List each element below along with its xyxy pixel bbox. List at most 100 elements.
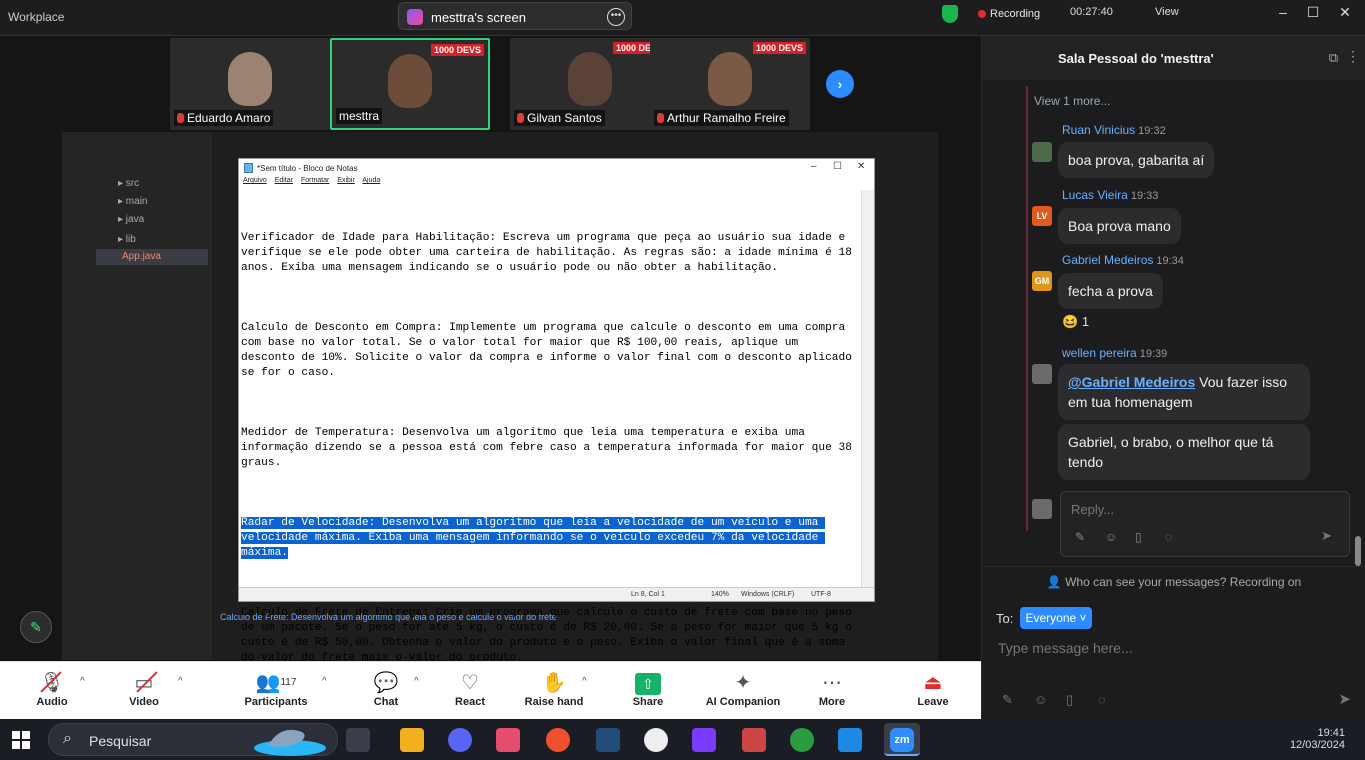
format-icon[interactable]: ✎ <box>1075 530 1085 544</box>
recording-label[interactable]: Recording <box>990 8 1040 20</box>
participant-tile[interactable]: Eduardo Amaro <box>170 38 330 130</box>
chat-scrollbar[interactable] <box>1355 536 1361 566</box>
message-bubble[interactable]: @Gabriel Medeiros Vou fazer isso em tua … <box>1058 364 1310 420</box>
tree-item[interactable]: ▸ java <box>118 214 144 225</box>
reply-input[interactable]: Reply... ✎ ☺ ▯ ◌ ➤ <box>1060 491 1350 557</box>
privacy-note[interactable]: 👤 Who can see your messages? Recording o… <box>982 566 1365 594</box>
screen-share-indicator[interactable]: mesttra's screen ••• <box>398 2 632 30</box>
more-button[interactable]: ⋯ More <box>792 670 872 708</box>
maximize-icon[interactable]: ☐ <box>1300 4 1326 21</box>
workbench-icon[interactable] <box>596 728 620 752</box>
message-sender[interactable]: wellen pereira 19:39 <box>1062 346 1167 360</box>
message-input[interactable]: Type message here... <box>998 640 1133 656</box>
video-button[interactable]: ▭ Video <box>104 670 184 708</box>
meeting-timer: 00:27:40 <box>1070 6 1113 18</box>
video-off-icon: ▭ <box>134 672 154 694</box>
participant-tile[interactable]: 1000 DEVS Gilvan Santos <box>510 38 670 130</box>
menu-formatar[interactable]: Formatar <box>301 177 329 184</box>
emoji-icon[interactable]: ☺ <box>1034 692 1047 707</box>
participants-button[interactable]: 👥117 Participants <box>236 670 316 708</box>
recipient-select[interactable]: Everyone ˅ <box>1020 607 1092 629</box>
message-bubble[interactable]: boa prova, gabarita aí <box>1058 142 1215 178</box>
security-shield-icon[interactable] <box>942 5 958 23</box>
file-icon[interactable]: ▯ <box>1135 530 1142 544</box>
minimize-icon[interactable]: – <box>1270 4 1296 20</box>
react-button[interactable]: ♡ React <box>430 670 510 708</box>
notepad-text-area[interactable]: Verificador de Idade para Habilitação: E… <box>241 201 853 664</box>
file-explorer-icon[interactable] <box>400 728 424 752</box>
participant-name: Gilvan Santos <box>514 110 605 126</box>
mention-link[interactable]: @Gabriel Medeiros <box>1068 374 1195 390</box>
tree-item[interactable]: ▸ main <box>118 196 147 207</box>
windows-start-icon[interactable] <box>12 731 30 749</box>
popout-icon[interactable]: ⧉ <box>1329 50 1338 66</box>
reply-send-icon[interactable]: ➤ <box>1321 528 1339 546</box>
mic-muted-icon: 🎙 <box>39 672 65 694</box>
windows-taskbar: ⌕ Pesquisar zm 19:41 12/03/2024 <box>0 719 1365 760</box>
tree-item[interactable]: ▸ lib <box>118 234 136 245</box>
participant-tile-active[interactable]: 1000 DEVS mesttra <box>330 38 490 130</box>
discord-icon[interactable] <box>448 728 472 752</box>
app-title: Workplace <box>8 10 65 24</box>
intellij-icon[interactable] <box>692 728 716 752</box>
participant-video <box>228 52 272 106</box>
chat-options-chevron-icon[interactable]: ^ <box>414 676 419 687</box>
message-bubble[interactable]: Gabriel, o brabo, o melhor que tá tendo <box>1058 424 1310 480</box>
vscode-icon[interactable] <box>838 728 862 752</box>
menu-exibir[interactable]: Exibir <box>337 177 355 184</box>
github-icon[interactable] <box>644 728 668 752</box>
app-icon[interactable] <box>496 728 520 752</box>
app-icon[interactable] <box>742 728 766 752</box>
task-view-icon[interactable] <box>346 728 370 752</box>
avatar[interactable] <box>1032 364 1052 384</box>
message-sender[interactable]: Ruan Vinicius 19:32 <box>1062 123 1166 137</box>
leave-button[interactable]: ⏏ Leave <box>893 670 973 708</box>
message-bubble[interactable]: Boa prova mano <box>1058 208 1181 244</box>
view-more-link[interactable]: View 1 more... <box>1034 94 1110 108</box>
screenshot-icon[interactable]: ◌ <box>1165 530 1172 544</box>
next-participants-arrow-icon[interactable]: › <box>826 70 854 98</box>
ai-companion-button[interactable]: ✦ AI Companion <box>703 670 783 708</box>
share-button[interactable]: ⇧ Share <box>608 670 688 708</box>
menu-ajuda[interactable]: Ajuda <box>362 177 380 184</box>
to-label: To: <box>996 611 1014 626</box>
more-options-icon[interactable]: ••• <box>607 8 625 26</box>
tree-item[interactable]: ▸ src <box>118 178 139 189</box>
annotate-pencil-icon[interactable]: ✎ <box>20 611 52 643</box>
avatar <box>1032 499 1052 519</box>
postman-icon[interactable] <box>546 728 570 752</box>
send-icon[interactable]: ➤ <box>1338 690 1351 708</box>
format-icon[interactable]: ✎ <box>1002 692 1013 708</box>
notepad-status-bar: Ln 8, Col 1 140% Windows (CRLF) UTF-8 <box>239 587 874 601</box>
message-bubble[interactable]: fecha a prova <box>1058 273 1163 309</box>
message-sender[interactable]: Gabriel Medeiros 19:34 <box>1062 253 1184 267</box>
tree-item-app-java[interactable]: App.java <box>122 251 161 262</box>
zoom-taskbar-button[interactable]: zm <box>884 723 920 756</box>
participant-tile[interactable]: 1000 DEVS Arthur Ramalho Freire <box>650 38 810 130</box>
avatar[interactable] <box>1032 142 1052 162</box>
emoji-icon[interactable]: ☺ <box>1105 530 1117 544</box>
notepad-close-icon[interactable]: ✕ <box>857 161 865 172</box>
chrome-icon[interactable] <box>790 728 814 752</box>
zoom-top-bar: Workplace mesttra's screen ••• Recording… <box>0 0 1365 36</box>
avatar[interactable]: GM <box>1032 271 1052 291</box>
video-options-chevron-icon[interactable]: ^ <box>178 676 183 687</box>
raise-hand-options-chevron-icon[interactable]: ^ <box>582 676 587 687</box>
participants-options-chevron-icon[interactable]: ^ <box>322 676 327 687</box>
notepad-scrollbar[interactable] <box>861 190 874 588</box>
cursor-position: Ln 8, Col 1 <box>631 591 665 598</box>
notepad-minimize-icon[interactable]: – <box>811 161 817 172</box>
close-icon[interactable]: ✕ <box>1332 4 1358 21</box>
avatar[interactable]: LV <box>1032 206 1052 226</box>
audio-options-chevron-icon[interactable]: ^ <box>80 676 85 687</box>
menu-arquivo[interactable]: Arquivo <box>243 177 267 184</box>
chat-options-icon[interactable]: ⋮ <box>1346 48 1360 65</box>
menu-editar[interactable]: Editar <box>275 177 293 184</box>
reaction-chip[interactable]: 😆 1 <box>1062 314 1089 330</box>
view-button[interactable]: View <box>1155 6 1179 18</box>
file-icon[interactable]: ▯ <box>1066 692 1073 708</box>
screenshot-icon[interactable]: ◌ <box>1098 692 1106 707</box>
system-tray-clock[interactable]: 19:41 12/03/2024 <box>1290 727 1345 751</box>
message-sender[interactable]: Lucas Vieira 19:33 <box>1062 188 1158 202</box>
notepad-maximize-icon[interactable]: ☐ <box>833 161 842 172</box>
